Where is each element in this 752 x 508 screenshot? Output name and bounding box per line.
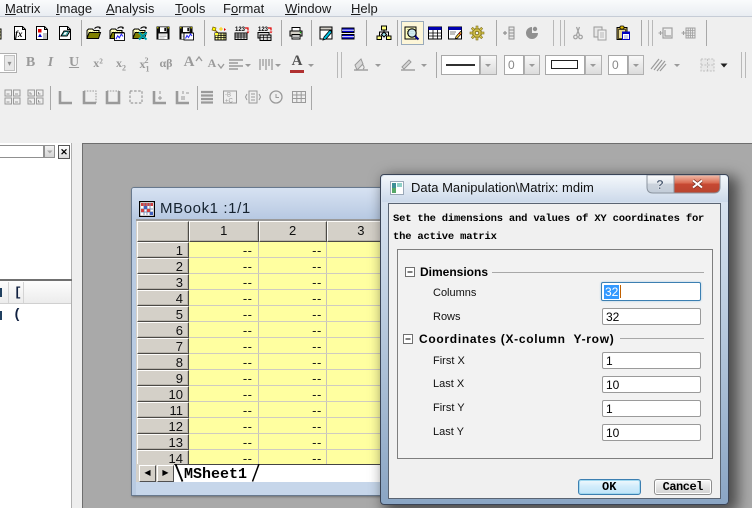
svg-text:+C: +C bbox=[225, 99, 234, 105]
svg-text:?: ? bbox=[656, 177, 664, 192]
svg-text:123: 123 bbox=[235, 27, 246, 33]
svg-text:fx: fx bbox=[15, 29, 23, 39]
